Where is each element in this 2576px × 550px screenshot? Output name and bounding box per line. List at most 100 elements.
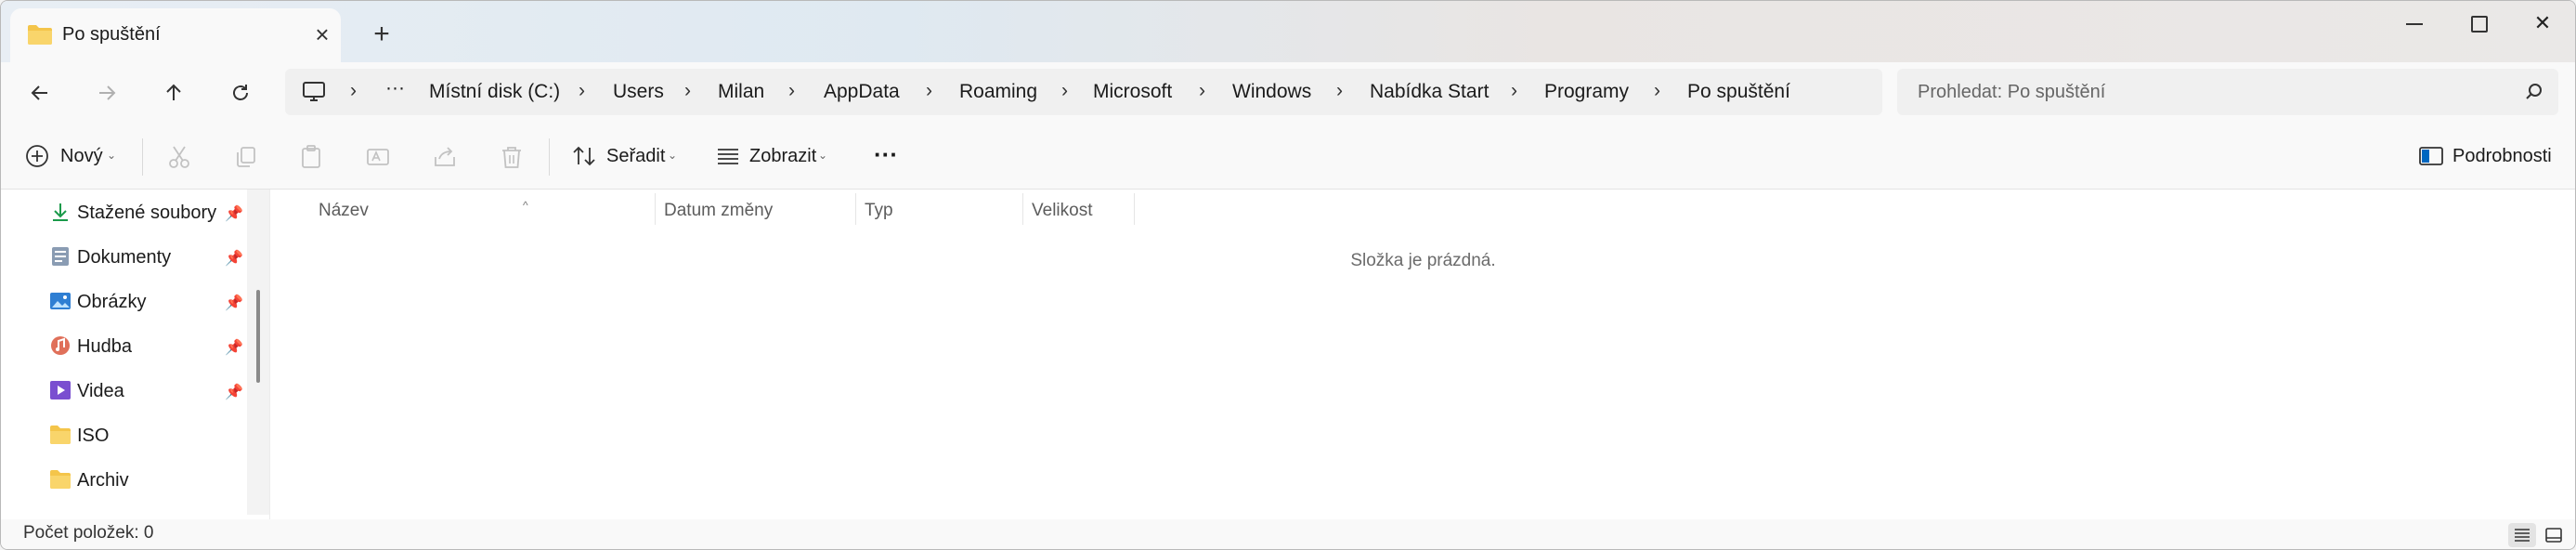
main-area: Stažené soubory 📌 Dokumenty 📌 Obrázky 📌 … (1, 190, 2575, 519)
view-lines-icon (718, 149, 738, 164)
refresh-button[interactable] (218, 72, 263, 114)
breadcrumb-item[interactable]: Microsoft (1093, 81, 1172, 103)
arrow-up-icon (166, 84, 181, 100)
view-label: Zobrazit (749, 146, 817, 166)
breadcrumb-item[interactable]: Místní disk (C:) (429, 81, 560, 103)
pin-icon[interactable]: 📌 (225, 383, 243, 401)
breadcrumb-separator[interactable]: › (1511, 80, 1517, 102)
chevron-down-icon: ⌄ (668, 149, 678, 162)
nav-item-label: Stažené soubory (77, 203, 217, 223)
maximize-icon (2471, 16, 2488, 33)
nav-item-label: ISO (77, 426, 110, 446)
breadcrumb-item[interactable]: Roaming (959, 81, 1037, 103)
navigation-pane: Stažené soubory 📌 Dokumenty 📌 Obrázky 📌 … (1, 190, 247, 519)
more-options-button[interactable]: ··· (874, 140, 905, 172)
breadcrumb-separator[interactable]: › (1061, 80, 1068, 102)
breadcrumb-item[interactable]: Users (613, 81, 664, 103)
nav-item-label: Hudba (77, 336, 132, 357)
arrow-right-icon (99, 85, 116, 100)
column-header-label: Název (319, 201, 369, 220)
pin-icon[interactable]: 📌 (225, 204, 243, 223)
sort-ascending-icon: ^ (523, 199, 528, 212)
breadcrumb[interactable]: › ··· Místní disk (C:) › Users › Milan ›… (285, 69, 1882, 115)
videos-icon (50, 381, 71, 399)
folder-icon (28, 25, 52, 45)
nav-item-label: Obrázky (77, 292, 147, 312)
file-explorer-window: Po spuštění × + ✕ › ··· Místní disk (C:) (0, 0, 2576, 550)
empty-folder-message: Složka je prázdná. (1350, 251, 1496, 270)
pin-icon[interactable]: 📌 (225, 338, 243, 357)
item-count: Počet položek: 0 (23, 523, 154, 543)
tiles-view-button[interactable] (2540, 523, 2568, 547)
search-icon[interactable] (2525, 83, 2543, 101)
breadcrumb-item[interactable]: AppData (824, 81, 900, 103)
details-pane-icon (2419, 147, 2443, 165)
arrow-left-icon (31, 85, 47, 100)
nav-item-label: Videa (77, 381, 124, 401)
details-view-button[interactable] (2508, 523, 2536, 547)
breadcrumb-separator[interactable]: › (788, 80, 795, 102)
column-divider[interactable] (1022, 193, 1023, 225)
toolbar-divider (549, 138, 550, 176)
breadcrumb-separator[interactable]: › (684, 80, 691, 102)
scrollbar-thumb[interactable] (256, 290, 260, 383)
column-header-date[interactable]: Datum změny (664, 201, 773, 221)
nav-item-label: Dokumenty (77, 247, 172, 268)
sort-icon (573, 146, 595, 166)
breadcrumb-item[interactable]: Programy (1544, 81, 1629, 103)
breadcrumb-separator[interactable]: › (579, 80, 585, 102)
new-button[interactable]: Nový ⌄ (25, 140, 122, 172)
chevron-down-icon: ⌄ (818, 149, 828, 162)
breadcrumb-item-current[interactable]: Po spuštění (1687, 81, 1790, 103)
new-label: Nový (60, 146, 103, 166)
computer-icon (303, 82, 325, 101)
breadcrumb-separator[interactable]: › (350, 80, 357, 102)
close-tab-icon[interactable]: × (307, 20, 337, 49)
breadcrumb-separator[interactable]: › (1199, 80, 1205, 102)
command-bar: Nový ⌄ Seřadit ⌄ Zobrazit ⌄ ··· Podrobno… (1, 124, 2575, 190)
search-box[interactable]: Prohledat: Po spuštění (1897, 69, 2558, 115)
chevron-down-icon: ⌄ (107, 149, 117, 162)
column-header-type[interactable]: Typ (865, 201, 893, 221)
back-button[interactable] (18, 72, 62, 114)
cut-icon[interactable] (166, 144, 192, 170)
breadcrumb-separator[interactable]: › (926, 80, 932, 102)
sort-button[interactable]: Seřadit ⌄ (571, 140, 684, 172)
close-window-button[interactable]: ✕ (2510, 5, 2575, 42)
new-tab-button[interactable]: + (365, 18, 398, 51)
tiles-view-icon (2545, 528, 2562, 543)
column-header-size[interactable]: Velikost (1032, 201, 1092, 221)
breadcrumb-separator[interactable]: › (1654, 80, 1660, 102)
column-divider[interactable] (1134, 193, 1135, 225)
minimize-button[interactable] (2382, 5, 2447, 42)
pin-icon[interactable]: 📌 (225, 249, 243, 268)
folder-icon (50, 470, 71, 489)
breadcrumb-item[interactable]: Nabídka Start (1370, 81, 1489, 103)
download-icon (53, 203, 68, 221)
breadcrumb-separator[interactable]: › (1336, 80, 1343, 102)
breadcrumb-overflow[interactable]: ··· (385, 77, 405, 99)
column-header-name[interactable]: ^ Název (319, 199, 528, 221)
search-input[interactable]: Prohledat: Po spuštění (1918, 82, 2105, 103)
forward-button[interactable] (85, 72, 129, 114)
column-divider[interactable] (655, 193, 656, 225)
copy-icon[interactable] (233, 144, 259, 170)
column-divider[interactable] (855, 193, 856, 225)
rename-icon[interactable] (365, 144, 391, 170)
up-button[interactable] (151, 72, 196, 114)
pin-icon[interactable]: 📌 (225, 294, 243, 312)
maximize-button[interactable] (2447, 5, 2512, 42)
view-button[interactable]: Zobrazit ⌄ (716, 140, 833, 172)
details-button[interactable]: Podrobnosti (2419, 140, 2568, 172)
breadcrumb-item[interactable]: Windows (1232, 81, 1311, 103)
share-icon[interactable] (432, 144, 458, 170)
status-bar: Počet položek: 0 (1, 519, 2575, 549)
paste-icon[interactable] (298, 144, 324, 170)
tab-title: Po spuštění (62, 24, 161, 45)
breadcrumb-item[interactable]: Milan (718, 81, 764, 103)
plus-circle-icon (26, 145, 48, 167)
tab-po-spusteni[interactable]: Po spuštění × (10, 8, 341, 62)
pictures-icon (50, 293, 71, 309)
navigation-scrollbar[interactable] (247, 190, 269, 515)
delete-icon[interactable] (499, 144, 525, 170)
